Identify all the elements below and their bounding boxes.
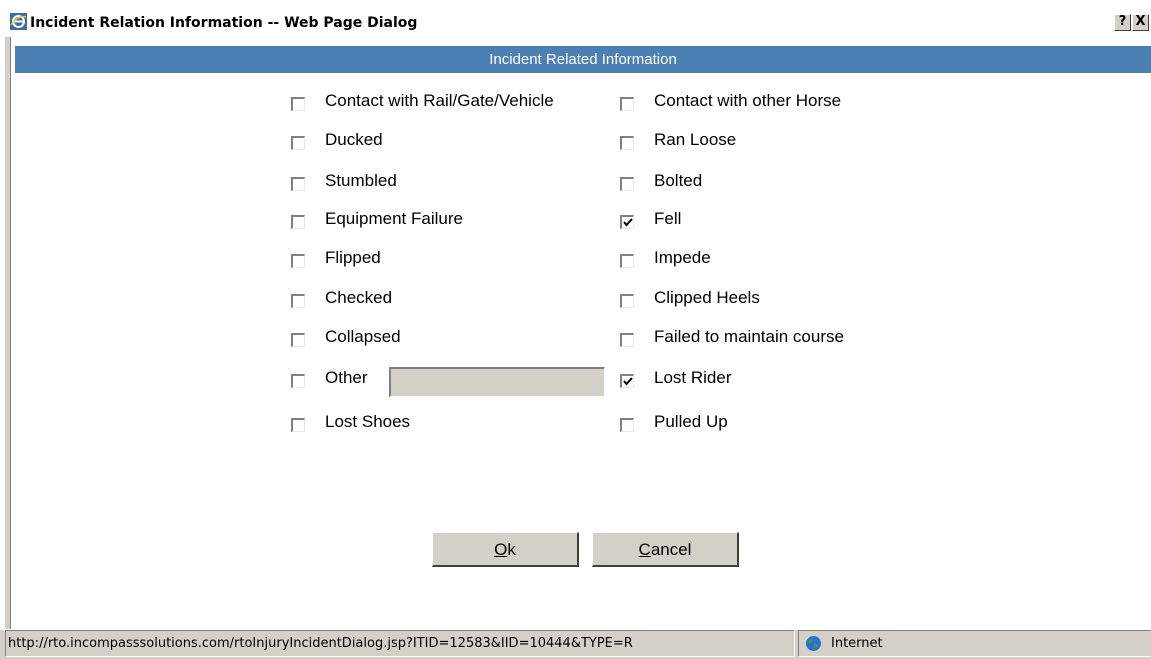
option-label: Pulled Up	[654, 412, 728, 431]
checkbox[interactable]	[620, 177, 634, 191]
checkbox[interactable]	[620, 294, 634, 308]
help-button[interactable]: ?	[1114, 14, 1131, 31]
option-label: Checked	[325, 288, 393, 307]
ie-icon	[10, 13, 27, 30]
option-label: Contact with Rail/Gate/Vehicle	[325, 91, 554, 110]
checkbox[interactable]	[291, 136, 305, 150]
window-title: Incident Relation Information -- Web Pag…	[30, 15, 418, 31]
checkbox[interactable]	[291, 294, 305, 308]
checkbox[interactable]	[620, 254, 634, 268]
checkbox[interactable]	[291, 177, 305, 191]
option-label: Bolted	[654, 171, 703, 190]
cancel-label: ancel	[650, 540, 692, 559]
checkbox[interactable]	[620, 97, 634, 111]
zone-label: Internet	[831, 636, 883, 651]
status-url: http://rto.incompasssolutions.com/rtoInj…	[5, 630, 795, 657]
checkbox[interactable]	[620, 374, 634, 388]
option-label: Stumbled	[325, 171, 397, 190]
ok-label: k	[507, 540, 516, 559]
ok-mnemonic: O	[494, 540, 508, 559]
status-bar: http://rto.incompasssolutions.com/rtoInj…	[0, 630, 1151, 659]
option-label: Equipment Failure	[325, 209, 463, 228]
checkbox[interactable]	[620, 215, 634, 229]
check-mark-icon	[623, 377, 633, 386]
section-header: Incident Related Information	[15, 46, 1151, 73]
dialog-frame-edge	[10, 37, 11, 629]
option-label: Lost Shoes	[325, 412, 411, 431]
cancel-mnemonic: C	[638, 540, 651, 559]
check-mark-icon	[623, 218, 633, 227]
globe-icon	[806, 636, 821, 651]
cancel-button[interactable]: Cancel	[592, 532, 739, 567]
other-text-input[interactable]	[389, 367, 605, 397]
option-label: Fell	[654, 209, 682, 228]
option-label: Impede	[654, 248, 711, 267]
checkbox[interactable]	[291, 254, 305, 268]
checkbox[interactable]	[291, 333, 305, 347]
checkbox[interactable]	[291, 374, 305, 388]
close-button[interactable]: X	[1132, 14, 1149, 31]
option-label: Contact with other Horse	[654, 91, 842, 110]
option-label: Flipped	[325, 248, 381, 267]
option-label: Lost Rider	[654, 368, 732, 387]
checkbox[interactable]	[620, 136, 634, 150]
option-label: Failed to maintain course	[654, 327, 844, 346]
ok-button[interactable]: Ok	[432, 532, 579, 567]
option-label: Clipped Heels	[654, 288, 760, 307]
option-label: Ran Loose	[654, 130, 737, 149]
checkbox[interactable]	[620, 418, 634, 432]
option-label: Other	[325, 368, 368, 387]
checkbox[interactable]	[291, 418, 305, 432]
checkbox[interactable]	[291, 97, 305, 111]
checkbox[interactable]	[291, 215, 305, 229]
title-bar[interactable]: Incident Relation Information -- Web Pag…	[0, 0, 1151, 34]
checkbox[interactable]	[620, 333, 634, 347]
security-zone[interactable]: Internet	[798, 630, 1151, 657]
option-label: Ducked	[325, 130, 383, 149]
option-label: Collapsed	[325, 327, 401, 346]
